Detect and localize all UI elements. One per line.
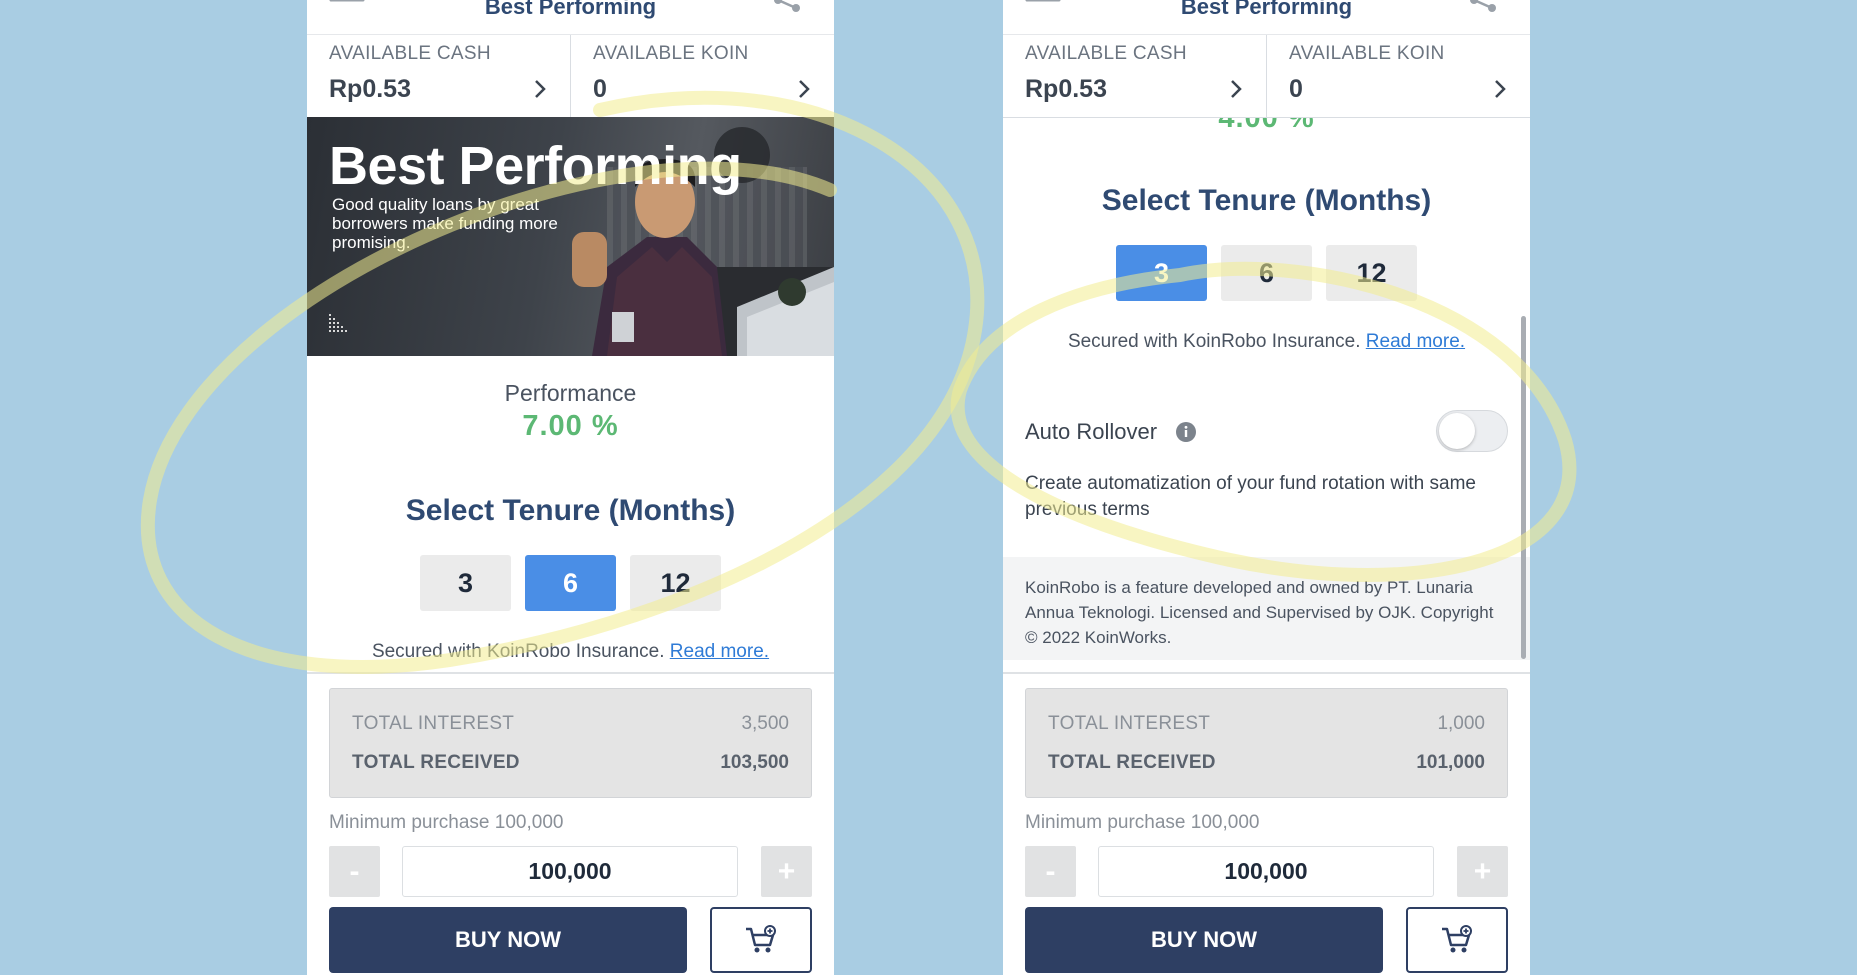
read-more-link[interactable]: Read more. — [670, 641, 769, 662]
chevron-right-icon — [1231, 80, 1242, 98]
available-koin-label: AVAILABLE KOIN — [1289, 43, 1445, 64]
cart-add-icon — [746, 925, 776, 953]
total-interest-value: 1,000 — [1437, 713, 1485, 734]
totals-box: TOTAL INTEREST 3,500 TOTAL RECEIVED 103,… — [329, 688, 812, 798]
total-interest-label: TOTAL INTEREST — [1048, 713, 1211, 734]
minimum-purchase-text: Minimum purchase 100,000 — [1025, 812, 1260, 833]
total-received-label: TOTAL RECEIVED — [352, 752, 520, 773]
balance-row: AVAILABLE CASH Rp0.53 AVAILABLE KOIN 0 — [307, 34, 834, 118]
chevron-right-icon — [535, 80, 546, 98]
scrollbar[interactable] — [1521, 316, 1526, 659]
decrease-amount-button[interactable]: - — [1025, 846, 1076, 897]
purchase-amount-input[interactable] — [402, 846, 738, 897]
banner-subtitle: Good quality loans by great borrowers ma… — [332, 195, 558, 252]
tenure-title: Select Tenure (Months) — [1101, 184, 1432, 217]
tenure-options: 3 6 12 — [1003, 245, 1530, 301]
tenure-options: 3 6 12 — [307, 555, 834, 611]
page-title: Best Performing — [1180, 0, 1353, 19]
buy-now-button[interactable]: BUY NOW — [1025, 907, 1383, 973]
performance-label: Performance — [504, 380, 637, 406]
auto-rollover-label: Auto Rollover — [1025, 419, 1158, 444]
decrease-amount-button[interactable]: - — [329, 846, 380, 897]
tenure-option-12[interactable]: 12 — [1326, 245, 1417, 301]
cart-add-icon — [1442, 925, 1472, 953]
purchase-panel: TOTAL INTEREST 3,500 TOTAL RECEIVED 103,… — [307, 672, 834, 975]
available-koin-label: AVAILABLE KOIN — [593, 43, 749, 64]
minimum-purchase-text: Minimum purchase 100,000 — [329, 812, 564, 833]
tenure-option-3[interactable]: 3 — [1116, 245, 1207, 301]
toggle-knob — [1439, 413, 1475, 449]
share-icon[interactable] — [1466, 0, 1500, 18]
insurance-text: Secured with KoinRobo Insurance. — [1067, 331, 1361, 352]
totals-box: TOTAL INTEREST 1,000 TOTAL RECEIVED 101,… — [1025, 688, 1508, 798]
chevron-right-icon — [1495, 80, 1506, 98]
tenure-option-3[interactable]: 3 — [420, 555, 511, 611]
promo-banner: Best Performing Good quality loans by gr… — [307, 117, 834, 356]
auto-rollover-description: Create automatization of your fund rotat… — [1025, 473, 1476, 520]
phone-screen-right: 4.00 % Select Tenure (Months) 3 6 12 Sec… — [1003, 0, 1530, 975]
available-cash-value: Rp0.53 — [329, 75, 411, 103]
buy-now-button[interactable]: BUY NOW — [329, 907, 687, 973]
total-interest-label: TOTAL INTEREST — [352, 713, 515, 734]
legal-footer-note: KoinRobo is a feature developed and owne… — [1003, 557, 1530, 660]
tenure-option-6[interactable]: 6 — [1221, 245, 1312, 301]
auto-rollover-toggle[interactable] — [1436, 410, 1508, 452]
koinworks-logo-icon — [329, 314, 347, 332]
share-icon[interactable] — [770, 0, 804, 18]
info-icon[interactable] — [1175, 421, 1197, 443]
total-received-label: TOTAL RECEIVED — [1048, 752, 1216, 773]
total-received-value: 101,000 — [1416, 752, 1485, 773]
add-to-cart-button[interactable] — [710, 907, 812, 973]
available-koin-value: 0 — [1289, 75, 1303, 103]
performance-value: 7.00 % — [522, 410, 619, 442]
add-to-cart-button[interactable] — [1406, 907, 1508, 973]
chevron-right-icon — [799, 80, 810, 98]
highlight-annotations — [140, 90, 1577, 674]
available-cash-card[interactable]: AVAILABLE CASH Rp0.53 — [307, 35, 571, 117]
purchase-panel: TOTAL INTEREST 1,000 TOTAL RECEIVED 101,… — [1003, 672, 1530, 975]
available-koin-card[interactable]: AVAILABLE KOIN 0 — [571, 35, 834, 117]
tenure-option-12[interactable]: 12 — [630, 555, 721, 611]
available-koin-value: 0 — [593, 75, 607, 103]
balance-row: AVAILABLE CASH Rp0.53 AVAILABLE KOIN 0 — [1003, 34, 1530, 118]
available-cash-value: Rp0.53 — [1025, 75, 1107, 103]
purchase-amount-input[interactable] — [1098, 846, 1434, 897]
total-interest-value: 3,500 — [741, 713, 789, 734]
total-received-value: 103,500 — [720, 752, 789, 773]
header-bar: Best Performing — [307, 0, 834, 34]
page-title: Best Performing — [484, 0, 657, 19]
increase-amount-button[interactable]: + — [761, 846, 812, 897]
increase-amount-button[interactable]: + — [1457, 846, 1508, 897]
banner-title: Best Performing — [329, 136, 742, 196]
insurance-note: Secured with KoinRobo Insurance. Read mo… — [1003, 331, 1530, 353]
tenure-option-6[interactable]: 6 — [525, 555, 616, 611]
insurance-note: Secured with KoinRobo Insurance. Read mo… — [307, 641, 834, 663]
available-koin-card[interactable]: AVAILABLE KOIN 0 — [1267, 35, 1530, 117]
available-cash-label: AVAILABLE CASH — [1025, 43, 1187, 64]
header-bar: Best Performing — [1003, 0, 1530, 34]
insurance-text: Secured with KoinRobo Insurance. — [371, 641, 665, 662]
read-more-link[interactable]: Read more. — [1366, 331, 1465, 352]
phone-screen-left: Best Performing AVAILABLE CASH Rp0.53 AV… — [307, 0, 834, 975]
tenure-title: Select Tenure (Months) — [405, 494, 736, 527]
available-cash-label: AVAILABLE CASH — [329, 43, 491, 64]
available-cash-card[interactable]: AVAILABLE CASH Rp0.53 — [1003, 35, 1267, 117]
